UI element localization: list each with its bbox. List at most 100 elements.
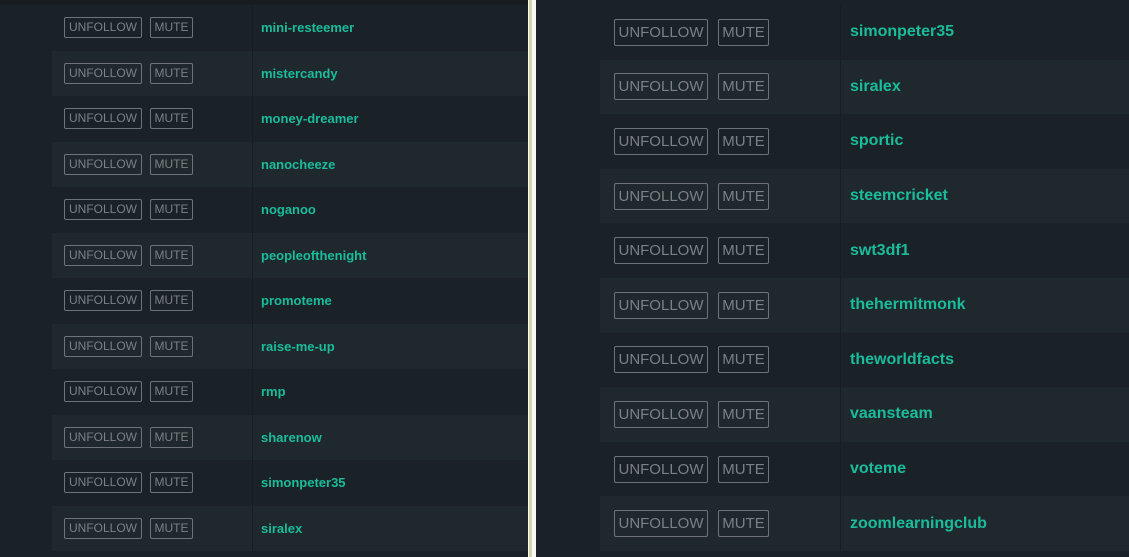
- unfollow-button[interactable]: UNFOLLOW: [614, 400, 708, 428]
- unfollow-button[interactable]: UNFOLLOW: [614, 182, 708, 210]
- mute-button[interactable]: MUTE: [718, 510, 769, 538]
- following-row: UNFOLLOW MUTE sharenow: [52, 414, 528, 460]
- right-following-panel: UNFOLLOW MUTE simonpeter35 UNFOLLOW MUTE sira…: [536, 0, 1129, 557]
- mute-button[interactable]: MUTE: [150, 17, 193, 39]
- username-link[interactable]: thehermitmonk: [841, 296, 966, 314]
- unfollow-button[interactable]: UNFOLLOW: [614, 18, 708, 46]
- unfollow-button[interactable]: UNFOLLOW: [614, 510, 708, 538]
- unfollow-button[interactable]: UNFOLLOW: [64, 517, 142, 539]
- username-link[interactable]: raise-me-up: [253, 339, 335, 354]
- mute-button[interactable]: MUTE: [718, 18, 769, 46]
- username-link[interactable]: simonpeter35: [841, 23, 954, 41]
- username-link[interactable]: simonpeter35: [253, 475, 346, 490]
- mute-button[interactable]: MUTE: [718, 346, 769, 374]
- following-row: UNFOLLOW MUTE peopleofthenight: [52, 232, 528, 278]
- username-link[interactable]: siralex: [841, 78, 901, 96]
- following-row: UNFOLLOW MUTE vaansteam: [600, 387, 1129, 442]
- username-link[interactable]: steemcricket: [841, 187, 948, 205]
- username-link[interactable]: rmp: [253, 384, 286, 399]
- mute-button[interactable]: MUTE: [150, 472, 193, 494]
- username-link[interactable]: sportic: [841, 132, 903, 150]
- unfollow-button[interactable]: UNFOLLOW: [64, 199, 142, 221]
- mute-button[interactable]: MUTE: [718, 237, 769, 265]
- username-link[interactable]: zoomlearningclub: [841, 515, 987, 533]
- unfollow-button[interactable]: UNFOLLOW: [614, 127, 708, 155]
- following-row: UNFOLLOW MUTE siralex: [600, 59, 1129, 115]
- username-link[interactable]: siralex: [253, 521, 302, 536]
- unfollow-button[interactable]: UNFOLLOW: [64, 381, 142, 403]
- following-row: UNFOLLOW MUTE mini-resteemer: [52, 5, 528, 51]
- following-list: UNFOLLOW MUTE simonpeter35 UNFOLLOW MUTE sira…: [600, 5, 1129, 551]
- unfollow-button[interactable]: UNFOLLOW: [64, 290, 142, 312]
- row-actions: UNFOLLOW MUTE: [600, 441, 841, 497]
- following-row: UNFOLLOW MUTE nanocheeze: [52, 141, 528, 187]
- following-list: UNFOLLOW MUTE mini-resteemer UNFOLLOW MUTE mi…: [52, 5, 528, 551]
- username-link[interactable]: money-dreamer: [253, 111, 359, 126]
- mute-button[interactable]: MUTE: [150, 335, 193, 357]
- unfollow-button[interactable]: UNFOLLOW: [614, 346, 708, 374]
- unfollow-button[interactable]: UNFOLLOW: [64, 472, 142, 494]
- row-actions: UNFOLLOW MUTE: [52, 369, 253, 415]
- row-actions: UNFOLLOW MUTE: [52, 96, 253, 142]
- unfollow-button[interactable]: UNFOLLOW: [64, 335, 142, 357]
- row-actions: UNFOLLOW MUTE: [52, 414, 253, 460]
- following-row: UNFOLLOW MUTE raise-me-up: [52, 323, 528, 369]
- unfollow-button[interactable]: UNFOLLOW: [614, 73, 708, 101]
- divider-line: [529, 0, 532, 557]
- row-actions: UNFOLLOW MUTE: [600, 223, 841, 278]
- username-link[interactable]: noganoo: [253, 202, 316, 217]
- following-row: UNFOLLOW MUTE siralex: [52, 505, 528, 551]
- username-link[interactable]: swt3df1: [841, 242, 910, 260]
- row-actions: UNFOLLOW MUTE: [600, 5, 841, 60]
- row-actions: UNFOLLOW MUTE: [600, 332, 841, 388]
- username-link[interactable]: peopleofthenight: [253, 248, 366, 263]
- username-link[interactable]: nanocheeze: [253, 157, 335, 172]
- mute-button[interactable]: MUTE: [718, 73, 769, 101]
- mute-button[interactable]: MUTE: [718, 400, 769, 428]
- mute-button[interactable]: MUTE: [150, 199, 193, 221]
- following-row: UNFOLLOW MUTE simonpeter35: [52, 460, 528, 506]
- following-row: UNFOLLOW MUTE rmp: [52, 369, 528, 415]
- unfollow-button[interactable]: UNFOLLOW: [64, 17, 142, 39]
- unfollow-button[interactable]: UNFOLLOW: [614, 291, 708, 319]
- row-actions: UNFOLLOW MUTE: [52, 5, 253, 51]
- unfollow-button[interactable]: UNFOLLOW: [64, 244, 142, 266]
- unfollow-button[interactable]: UNFOLLOW: [614, 237, 708, 265]
- mute-button[interactable]: MUTE: [150, 517, 193, 539]
- following-row: UNFOLLOW MUTE voteme: [600, 441, 1129, 497]
- mute-button[interactable]: MUTE: [718, 127, 769, 155]
- mute-button[interactable]: MUTE: [150, 108, 193, 130]
- mute-button[interactable]: MUTE: [150, 244, 193, 266]
- following-row: UNFOLLOW MUTE zoomlearningclub: [600, 496, 1129, 551]
- left-following-panel: UNFOLLOW MUTE mini-resteemer UNFOLLOW MUTE mi…: [0, 0, 528, 557]
- unfollow-button[interactable]: UNFOLLOW: [64, 426, 142, 448]
- row-actions: UNFOLLOW MUTE: [52, 141, 253, 187]
- row-actions: UNFOLLOW MUTE: [52, 460, 253, 506]
- mute-button[interactable]: MUTE: [150, 381, 193, 403]
- username-link[interactable]: vaansteam: [841, 405, 933, 423]
- username-link[interactable]: promoteme: [253, 293, 332, 308]
- mute-button[interactable]: MUTE: [150, 153, 193, 175]
- following-row: UNFOLLOW MUTE sportic: [600, 114, 1129, 169]
- unfollow-button[interactable]: UNFOLLOW: [614, 455, 708, 483]
- row-actions: UNFOLLOW MUTE: [52, 323, 253, 369]
- mute-button[interactable]: MUTE: [718, 182, 769, 210]
- mute-button[interactable]: MUTE: [150, 290, 193, 312]
- row-actions: UNFOLLOW MUTE: [600, 496, 841, 551]
- mute-button[interactable]: MUTE: [718, 455, 769, 483]
- unfollow-button[interactable]: UNFOLLOW: [64, 153, 142, 175]
- username-link[interactable]: theworldfacts: [841, 351, 954, 369]
- row-actions: UNFOLLOW MUTE: [600, 59, 841, 115]
- following-row: UNFOLLOW MUTE simonpeter35: [600, 5, 1129, 60]
- username-link[interactable]: mini-resteemer: [253, 20, 354, 35]
- unfollow-button[interactable]: UNFOLLOW: [64, 108, 142, 130]
- username-link[interactable]: mistercandy: [253, 66, 338, 81]
- row-actions: UNFOLLOW MUTE: [52, 505, 253, 551]
- mute-button[interactable]: MUTE: [718, 291, 769, 319]
- row-actions: UNFOLLOW MUTE: [600, 277, 841, 333]
- unfollow-button[interactable]: UNFOLLOW: [64, 62, 142, 84]
- username-link[interactable]: voteme: [841, 460, 906, 478]
- mute-button[interactable]: MUTE: [150, 62, 193, 84]
- mute-button[interactable]: MUTE: [150, 426, 193, 448]
- username-link[interactable]: sharenow: [253, 430, 322, 445]
